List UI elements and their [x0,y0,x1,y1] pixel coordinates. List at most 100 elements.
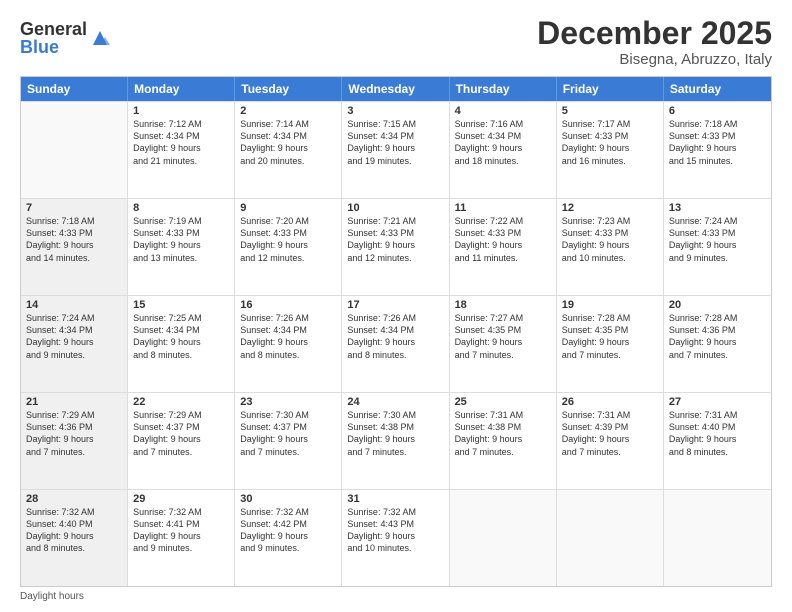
day-number: 24 [347,396,443,408]
calendar-row-2: 7Sunrise: 7:18 AM Sunset: 4:33 PM Daylig… [21,198,771,295]
day-info: Sunrise: 7:32 AM Sunset: 4:41 PM Dayligh… [133,506,229,555]
header: General Blue December 2025 Bisegna, Abru… [20,16,772,68]
day-number: 5 [562,105,658,117]
day-number: 31 [347,493,443,505]
day-number: 23 [240,396,336,408]
day-cell-empty [557,490,664,586]
day-cell-15: 15Sunrise: 7:25 AM Sunset: 4:34 PM Dayli… [128,296,235,392]
day-number: 20 [669,299,766,311]
day-cell-5: 5Sunrise: 7:17 AM Sunset: 4:33 PM Daylig… [557,102,664,198]
day-cell-7: 7Sunrise: 7:18 AM Sunset: 4:33 PM Daylig… [21,199,128,295]
day-number: 1 [133,105,229,117]
day-cell-17: 17Sunrise: 7:26 AM Sunset: 4:34 PM Dayli… [342,296,449,392]
day-cell-25: 25Sunrise: 7:31 AM Sunset: 4:38 PM Dayli… [450,393,557,489]
logo-blue: Blue [20,38,87,56]
day-number: 8 [133,202,229,214]
logo-general: General [20,20,87,38]
day-number: 3 [347,105,443,117]
day-number: 7 [26,202,122,214]
day-cell-2: 2Sunrise: 7:14 AM Sunset: 4:34 PM Daylig… [235,102,342,198]
day-info: Sunrise: 7:12 AM Sunset: 4:34 PM Dayligh… [133,118,229,167]
header-day-saturday: Saturday [664,77,771,101]
day-number: 9 [240,202,336,214]
day-cell-12: 12Sunrise: 7:23 AM Sunset: 4:33 PM Dayli… [557,199,664,295]
day-info: Sunrise: 7:28 AM Sunset: 4:35 PM Dayligh… [562,312,658,361]
day-number: 22 [133,396,229,408]
day-cell-4: 4Sunrise: 7:16 AM Sunset: 4:34 PM Daylig… [450,102,557,198]
subtitle: Bisegna, Abruzzo, Italy [537,51,772,68]
header-day-wednesday: Wednesday [342,77,449,101]
day-number: 4 [455,105,551,117]
day-number: 25 [455,396,551,408]
day-cell-23: 23Sunrise: 7:30 AM Sunset: 4:37 PM Dayli… [235,393,342,489]
day-cell-18: 18Sunrise: 7:27 AM Sunset: 4:35 PM Dayli… [450,296,557,392]
day-cell-16: 16Sunrise: 7:26 AM Sunset: 4:34 PM Dayli… [235,296,342,392]
day-number: 17 [347,299,443,311]
day-info: Sunrise: 7:31 AM Sunset: 4:38 PM Dayligh… [455,409,551,458]
day-info: Sunrise: 7:20 AM Sunset: 4:33 PM Dayligh… [240,215,336,264]
day-cell-13: 13Sunrise: 7:24 AM Sunset: 4:33 PM Dayli… [664,199,771,295]
day-info: Sunrise: 7:18 AM Sunset: 4:33 PM Dayligh… [26,215,122,264]
day-info: Sunrise: 7:27 AM Sunset: 4:35 PM Dayligh… [455,312,551,361]
day-info: Sunrise: 7:29 AM Sunset: 4:37 PM Dayligh… [133,409,229,458]
day-cell-27: 27Sunrise: 7:31 AM Sunset: 4:40 PM Dayli… [664,393,771,489]
day-info: Sunrise: 7:29 AM Sunset: 4:36 PM Dayligh… [26,409,122,458]
day-number: 16 [240,299,336,311]
day-number: 28 [26,493,122,505]
day-cell-28: 28Sunrise: 7:32 AM Sunset: 4:40 PM Dayli… [21,490,128,586]
day-cell-19: 19Sunrise: 7:28 AM Sunset: 4:35 PM Dayli… [557,296,664,392]
day-info: Sunrise: 7:22 AM Sunset: 4:33 PM Dayligh… [455,215,551,264]
day-cell-10: 10Sunrise: 7:21 AM Sunset: 4:33 PM Dayli… [342,199,449,295]
day-info: Sunrise: 7:21 AM Sunset: 4:33 PM Dayligh… [347,215,443,264]
day-number: 6 [669,105,766,117]
day-cell-24: 24Sunrise: 7:30 AM Sunset: 4:38 PM Dayli… [342,393,449,489]
day-number: 18 [455,299,551,311]
day-info: Sunrise: 7:32 AM Sunset: 4:43 PM Dayligh… [347,506,443,555]
day-cell-empty [21,102,128,198]
day-info: Sunrise: 7:30 AM Sunset: 4:38 PM Dayligh… [347,409,443,458]
day-info: Sunrise: 7:28 AM Sunset: 4:36 PM Dayligh… [669,312,766,361]
day-cell-1: 1Sunrise: 7:12 AM Sunset: 4:34 PM Daylig… [128,102,235,198]
day-cell-30: 30Sunrise: 7:32 AM Sunset: 4:42 PM Dayli… [235,490,342,586]
calendar-row-5: 28Sunrise: 7:32 AM Sunset: 4:40 PM Dayli… [21,489,771,586]
day-number: 2 [240,105,336,117]
header-day-friday: Friday [557,77,664,101]
month-title: December 2025 [537,16,772,51]
day-number: 29 [133,493,229,505]
day-info: Sunrise: 7:17 AM Sunset: 4:33 PM Dayligh… [562,118,658,167]
day-cell-11: 11Sunrise: 7:22 AM Sunset: 4:33 PM Dayli… [450,199,557,295]
day-number: 12 [562,202,658,214]
header-day-sunday: Sunday [21,77,128,101]
day-number: 13 [669,202,766,214]
day-number: 10 [347,202,443,214]
day-info: Sunrise: 7:26 AM Sunset: 4:34 PM Dayligh… [347,312,443,361]
day-cell-29: 29Sunrise: 7:32 AM Sunset: 4:41 PM Dayli… [128,490,235,586]
day-number: 14 [26,299,122,311]
calendar-row-1: 1Sunrise: 7:12 AM Sunset: 4:34 PM Daylig… [21,101,771,198]
day-cell-6: 6Sunrise: 7:18 AM Sunset: 4:33 PM Daylig… [664,102,771,198]
header-day-thursday: Thursday [450,77,557,101]
calendar-row-3: 14Sunrise: 7:24 AM Sunset: 4:34 PM Dayli… [21,295,771,392]
day-cell-31: 31Sunrise: 7:32 AM Sunset: 4:43 PM Dayli… [342,490,449,586]
footer-note: Daylight hours [20,591,772,602]
day-cell-14: 14Sunrise: 7:24 AM Sunset: 4:34 PM Dayli… [21,296,128,392]
logo-text: General Blue [20,20,87,56]
day-number: 19 [562,299,658,311]
calendar: SundayMondayTuesdayWednesdayThursdayFrid… [20,76,772,587]
day-info: Sunrise: 7:24 AM Sunset: 4:34 PM Dayligh… [26,312,122,361]
day-cell-empty [664,490,771,586]
day-info: Sunrise: 7:18 AM Sunset: 4:33 PM Dayligh… [669,118,766,167]
header-day-monday: Monday [128,77,235,101]
day-number: 11 [455,202,551,214]
day-cell-21: 21Sunrise: 7:29 AM Sunset: 4:36 PM Dayli… [21,393,128,489]
day-cell-26: 26Sunrise: 7:31 AM Sunset: 4:39 PM Dayli… [557,393,664,489]
title-block: December 2025 Bisegna, Abruzzo, Italy [537,16,772,68]
day-info: Sunrise: 7:31 AM Sunset: 4:40 PM Dayligh… [669,409,766,458]
day-number: 26 [562,396,658,408]
day-info: Sunrise: 7:16 AM Sunset: 4:34 PM Dayligh… [455,118,551,167]
day-cell-empty [450,490,557,586]
header-day-tuesday: Tuesday [235,77,342,101]
logo-icon [89,27,111,49]
day-cell-3: 3Sunrise: 7:15 AM Sunset: 4:34 PM Daylig… [342,102,449,198]
day-number: 30 [240,493,336,505]
